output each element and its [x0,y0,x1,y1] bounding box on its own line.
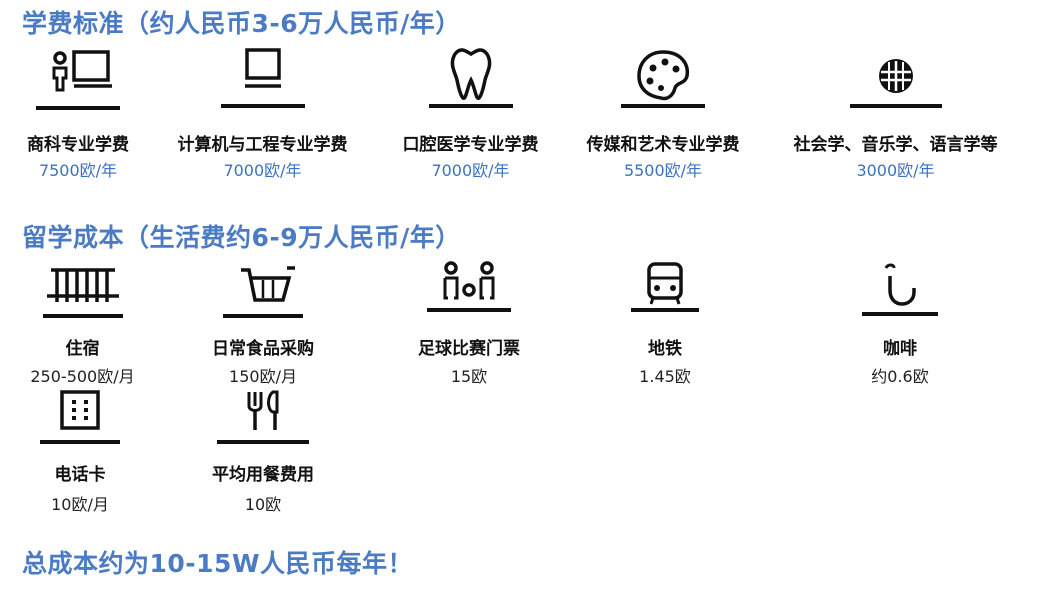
living-price: 250-500欧/月 [30,367,135,386]
computer-monitor-icon [165,44,360,114]
living-item-coffee: 咖啡 约0.6欧 [845,258,955,387]
tooth-icon [393,44,548,114]
fork-knife-icon [198,386,328,450]
tuition-item-media-art: 传媒和艺术专业学费 5500欧/年 [578,44,748,181]
tuition-price: 7000欧/年 [431,161,510,180]
living-price: 10欧 [244,495,282,514]
living-label: 电话卡 [54,465,106,485]
tuition-item-dentistry: 口腔医学专业学费 7000欧/年 [393,44,548,181]
living-label: 平均用餐费用 [212,465,314,485]
shopping-cart-icon [198,258,328,322]
tuition-label: 传媒和艺术专业学费 [586,135,740,155]
living-cost-heading: 留学成本（生活费约6-9万人民币/年） [22,223,461,252]
audience-people-icon [404,258,534,322]
subway-train-icon [610,258,720,322]
living-label: 日常食品采购 [212,339,314,359]
living-item-football-ticket: 足球比赛门票 15欧 [404,258,534,387]
globe-icon [783,44,1008,114]
tuition-price: 3000欧/年 [856,161,935,180]
art-palette-icon [578,44,748,114]
tuition-label: 口腔医学专业学费 [402,135,539,155]
living-item-meal: 平均用餐费用 10欧 [198,386,328,515]
living-label: 地铁 [648,339,682,359]
coffee-cup-icon [845,258,955,322]
living-price: 1.45欧 [639,367,691,386]
tuition-item-social-sciences: 社会学、音乐学、语言学等 3000欧/年 [783,44,1008,181]
living-item-subway: 地铁 1.45欧 [610,258,720,387]
tuition-price: 7000欧/年 [223,161,302,180]
tuition-item-computer: 计算机与工程专业学费 7000欧/年 [165,44,360,181]
living-item-phone-card: 电话卡 10欧/月 [20,386,140,515]
housing-fence-icon [20,258,145,322]
living-price: 10欧/月 [51,495,109,514]
total-cost-heading: 总成本约为10-15W人民币每年！ [22,549,414,578]
tuition-label: 计算机与工程专业学费 [177,135,348,155]
living-label: 足球比赛门票 [418,339,520,359]
tuition-label: 社会学、音乐学、语言学等 [793,135,998,155]
living-label: 咖啡 [883,339,917,359]
living-item-groceries: 日常食品采购 150欧/月 [198,258,328,387]
living-label: 住宿 [65,339,100,359]
living-item-housing: 住宿 250-500欧/月 [20,258,145,387]
tuition-price: 7500欧/年 [38,161,118,180]
tuition-heading: 学费标准（约人民币3-6万人民币/年） [22,9,461,38]
living-price: 15欧 [450,367,488,386]
tuition-item-business: 商科专业学费 7500欧/年 [8,44,148,181]
phone-card-icon [20,386,140,450]
living-price: 150欧/月 [229,367,297,386]
tuition-price: 5500欧/年 [623,161,703,180]
tuition-label: 商科专业学费 [27,135,129,155]
presenter-desk-icon [8,44,148,114]
living-price: 约0.6欧 [871,367,929,386]
